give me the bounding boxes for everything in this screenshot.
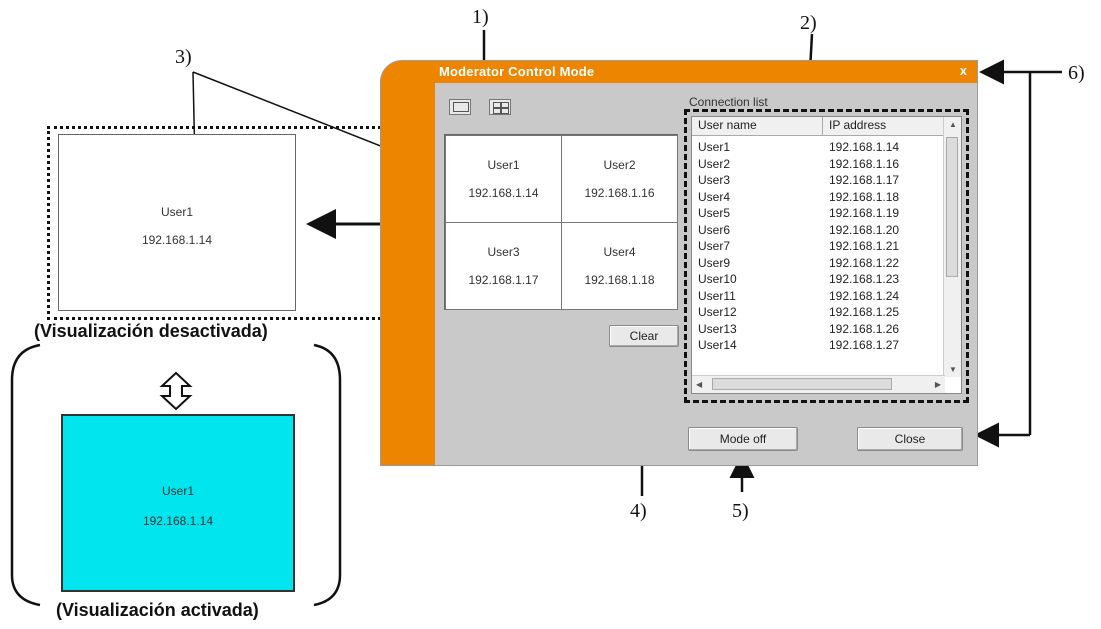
preview-ip: 192.168.1.14 <box>141 233 213 247</box>
right-bracket <box>313 343 342 607</box>
caption-activated: (Visualización activada) <box>56 600 259 620</box>
column-header-ip-address[interactable]: IP address <box>829 118 886 132</box>
list-item-ip-address: 192.168.1.25 <box>829 305 900 319</box>
callout-2: 2) <box>800 12 817 34</box>
list-item[interactable]: User13 192.168.1.26 <box>692 321 945 338</box>
column-header-user-name[interactable]: User name <box>698 118 757 132</box>
list-item[interactable]: User9 192.168.1.22 <box>692 255 945 272</box>
list-item-ip-address: 192.168.1.17 <box>829 173 900 187</box>
grid-cell[interactable]: User1 192.168.1.14 <box>445 135 562 223</box>
list-item-ip-address: 192.168.1.26 <box>829 321 900 336</box>
list-item-ip-address: 192.168.1.18 <box>829 189 900 204</box>
callout-4: 4) <box>630 500 647 522</box>
list-item-user-name: User6 <box>698 222 731 237</box>
grid-cell-ip: 192.168.1.17 <box>468 273 539 287</box>
list-item-ip-address: 192.168.1.22 <box>829 255 900 270</box>
connection-list[interactable]: User name IP address User1 192.168.1.14 Us… <box>691 116 962 394</box>
list-item-ip-address: 192.168.1.24 <box>829 288 900 303</box>
list-item[interactable]: User4 192.168.1.18 <box>692 189 945 206</box>
vertical-scrollbar[interactable]: ▲ ▼ <box>943 117 961 377</box>
grid-cell[interactable]: User3 192.168.1.17 <box>445 222 562 310</box>
list-item[interactable]: User6 192.168.1.20 <box>692 222 945 239</box>
grid-cell[interactable]: User2 192.168.1.16 <box>561 135 678 223</box>
caption-deactivated: (Visualización desactivada) <box>34 321 268 341</box>
horizontal-scrollbar[interactable]: ◀ ▶ <box>692 375 945 393</box>
toggle-updown-arrow <box>159 371 193 411</box>
grid-cell-ip: 192.168.1.14 <box>468 186 539 200</box>
callout-6: 6) <box>1068 62 1085 84</box>
preview-user: User1 <box>160 205 193 219</box>
list-item[interactable]: User3 192.168.1.17 <box>692 172 945 189</box>
horizontal-scroll-thumb[interactable] <box>712 378 892 390</box>
quad-view-icon[interactable] <box>489 99 511 115</box>
vertical-scroll-thumb[interactable] <box>946 137 958 277</box>
preview-ip: 192.168.1.14 <box>142 514 214 528</box>
list-item-user-name: User13 <box>698 321 737 336</box>
callout-5: 5) <box>732 500 749 522</box>
callout-1: 1) <box>472 6 489 28</box>
list-item-user-name: User10 <box>698 272 737 286</box>
list-item-ip-address: 192.168.1.14 <box>829 140 900 154</box>
list-item-ip-address: 192.168.1.23 <box>829 272 900 286</box>
connection-list-header: User name IP address <box>692 117 945 136</box>
grid-cell[interactable]: User4 192.168.1.18 <box>561 222 678 310</box>
list-item-user-name: User9 <box>698 255 731 270</box>
window-title: Moderator Control Mode <box>439 64 595 79</box>
list-item[interactable]: User12 192.168.1.25 <box>692 304 945 321</box>
list-item-user-name: User2 <box>698 156 731 171</box>
list-item[interactable]: User2 192.168.1.16 <box>692 156 945 173</box>
moderator-control-window: Moderator Control Mode x User1 192.168.1… <box>380 60 978 466</box>
callout-3: 3) <box>175 46 192 68</box>
preview-user: User1 <box>161 484 194 498</box>
preview-deactivated: User1 192.168.1.14 <box>58 134 296 311</box>
clear-button[interactable]: Clear <box>609 325 679 347</box>
list-item-user-name: User7 <box>698 239 731 253</box>
scroll-up-icon[interactable]: ▲ <box>949 120 957 129</box>
connection-list-label: Connection list <box>689 95 768 109</box>
list-item-ip-address: 192.168.1.20 <box>829 222 900 237</box>
list-item-user-name: User5 <box>698 206 731 220</box>
list-item-user-name: User3 <box>698 173 731 187</box>
list-item-ip-address: 192.168.1.21 <box>829 239 900 253</box>
scroll-down-icon[interactable]: ▼ <box>949 365 957 374</box>
list-item-ip-address: 192.168.1.27 <box>829 338 900 352</box>
list-item[interactable]: User14 192.168.1.27 <box>692 337 945 354</box>
window-titlebar: Moderator Control Mode x <box>381 61 977 83</box>
list-item-user-name: User14 <box>698 338 737 352</box>
list-item[interactable]: User10 192.168.1.23 <box>692 271 945 288</box>
preview-activated: User1 192.168.1.14 <box>61 414 295 592</box>
grid-cell-user: User2 <box>603 158 636 172</box>
grid-cell-user: User3 <box>487 245 520 259</box>
list-item-user-name: User11 <box>698 288 736 303</box>
scroll-left-icon[interactable]: ◀ <box>696 380 702 389</box>
single-view-icon[interactable] <box>449 99 471 115</box>
list-item[interactable]: User5 192.168.1.19 <box>692 205 945 222</box>
window-close-icon[interactable]: x <box>960 63 967 78</box>
mode-off-button[interactable]: Mode off <box>688 427 798 451</box>
scroll-right-icon[interactable]: ▶ <box>935 380 941 389</box>
grid-cell-ip: 192.168.1.18 <box>584 273 655 287</box>
list-item-user-name: User12 <box>698 305 737 319</box>
list-item-user-name: User4 <box>698 189 731 204</box>
list-item[interactable]: User11 192.168.1.24 <box>692 288 945 305</box>
list-item-ip-address: 192.168.1.16 <box>829 156 900 171</box>
window-side-band <box>381 61 435 465</box>
left-bracket <box>10 343 41 607</box>
close-button[interactable]: Close <box>857 427 963 451</box>
display-grid: User1 192.168.1.14 User2 192.168.1.16 Us… <box>444 134 678 310</box>
grid-cell-user: User1 <box>487 158 520 172</box>
list-item-ip-address: 192.168.1.19 <box>829 206 900 220</box>
grid-cell-ip: 192.168.1.16 <box>584 186 655 200</box>
list-item[interactable]: User7 192.168.1.21 <box>692 238 945 255</box>
grid-cell-user: User4 <box>603 245 636 259</box>
list-item-user-name: User1 <box>698 140 731 154</box>
connection-list-rows: User1 192.168.1.14 User2 192.168.1.16 User3 1… <box>692 139 945 354</box>
list-item[interactable]: User1 192.168.1.14 <box>692 139 945 156</box>
